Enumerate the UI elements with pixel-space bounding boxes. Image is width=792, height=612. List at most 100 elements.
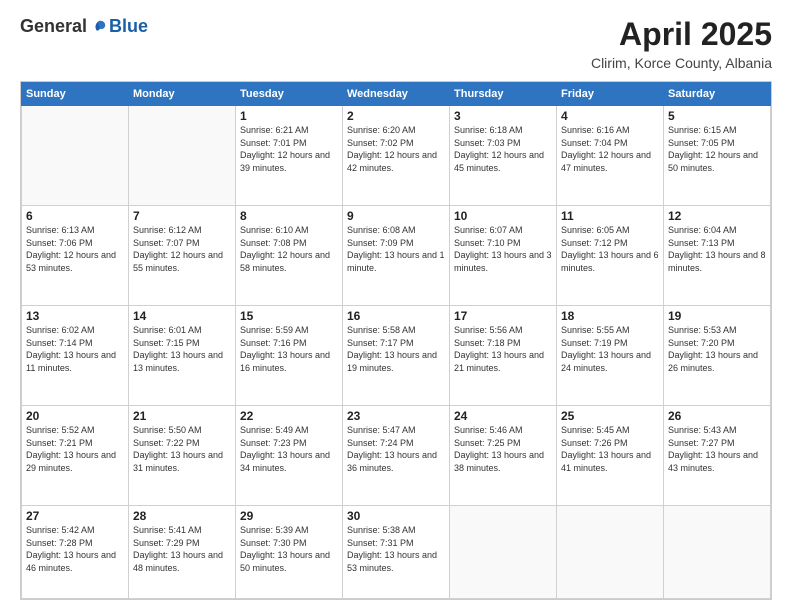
day-number: 18 — [561, 309, 659, 323]
day-info: Sunrise: 6:05 AM Sunset: 7:12 PM Dayligh… — [561, 224, 659, 274]
day-number: 14 — [133, 309, 231, 323]
day-number: 21 — [133, 409, 231, 423]
table-row: 2Sunrise: 6:20 AM Sunset: 7:02 PM Daylig… — [343, 106, 450, 206]
table-row — [557, 506, 664, 599]
logo-bird-icon — [89, 18, 107, 36]
day-info: Sunrise: 6:20 AM Sunset: 7:02 PM Dayligh… — [347, 124, 445, 174]
table-row: 16Sunrise: 5:58 AM Sunset: 7:17 PM Dayli… — [343, 306, 450, 406]
day-number: 29 — [240, 509, 338, 523]
day-info: Sunrise: 6:01 AM Sunset: 7:15 PM Dayligh… — [133, 324, 231, 374]
page: General Blue April 2025 Clirim, Korce Co… — [0, 0, 792, 612]
day-number: 1 — [240, 109, 338, 123]
day-info: Sunrise: 5:39 AM Sunset: 7:30 PM Dayligh… — [240, 524, 338, 574]
day-info: Sunrise: 5:45 AM Sunset: 7:26 PM Dayligh… — [561, 424, 659, 474]
day-info: Sunrise: 6:13 AM Sunset: 7:06 PM Dayligh… — [26, 224, 124, 274]
table-row: 26Sunrise: 5:43 AM Sunset: 7:27 PM Dayli… — [664, 406, 771, 506]
table-row: 6Sunrise: 6:13 AM Sunset: 7:06 PM Daylig… — [22, 206, 129, 306]
day-info: Sunrise: 5:42 AM Sunset: 7:28 PM Dayligh… — [26, 524, 124, 574]
table-row: 28Sunrise: 5:41 AM Sunset: 7:29 PM Dayli… — [129, 506, 236, 599]
header-friday: Friday — [557, 83, 664, 106]
day-info: Sunrise: 5:56 AM Sunset: 7:18 PM Dayligh… — [454, 324, 552, 374]
calendar: Sunday Monday Tuesday Wednesday Thursday… — [20, 81, 772, 600]
day-info: Sunrise: 5:59 AM Sunset: 7:16 PM Dayligh… — [240, 324, 338, 374]
day-info: Sunrise: 6:15 AM Sunset: 7:05 PM Dayligh… — [668, 124, 766, 174]
day-info: Sunrise: 5:49 AM Sunset: 7:23 PM Dayligh… — [240, 424, 338, 474]
table-row: 22Sunrise: 5:49 AM Sunset: 7:23 PM Dayli… — [236, 406, 343, 506]
table-row: 21Sunrise: 5:50 AM Sunset: 7:22 PM Dayli… — [129, 406, 236, 506]
day-number: 27 — [26, 509, 124, 523]
table-row: 25Sunrise: 5:45 AM Sunset: 7:26 PM Dayli… — [557, 406, 664, 506]
day-number: 3 — [454, 109, 552, 123]
day-info: Sunrise: 5:47 AM Sunset: 7:24 PM Dayligh… — [347, 424, 445, 474]
day-info: Sunrise: 5:41 AM Sunset: 7:29 PM Dayligh… — [133, 524, 231, 574]
day-number: 26 — [668, 409, 766, 423]
table-row: 13Sunrise: 6:02 AM Sunset: 7:14 PM Dayli… — [22, 306, 129, 406]
day-number: 20 — [26, 409, 124, 423]
day-number: 22 — [240, 409, 338, 423]
day-info: Sunrise: 6:16 AM Sunset: 7:04 PM Dayligh… — [561, 124, 659, 174]
table-row: 11Sunrise: 6:05 AM Sunset: 7:12 PM Dayli… — [557, 206, 664, 306]
day-info: Sunrise: 6:21 AM Sunset: 7:01 PM Dayligh… — [240, 124, 338, 174]
day-info: Sunrise: 6:10 AM Sunset: 7:08 PM Dayligh… — [240, 224, 338, 274]
table-row: 30Sunrise: 5:38 AM Sunset: 7:31 PM Dayli… — [343, 506, 450, 599]
day-number: 13 — [26, 309, 124, 323]
day-number: 19 — [668, 309, 766, 323]
table-row: 18Sunrise: 5:55 AM Sunset: 7:19 PM Dayli… — [557, 306, 664, 406]
table-row: 14Sunrise: 6:01 AM Sunset: 7:15 PM Dayli… — [129, 306, 236, 406]
day-number: 4 — [561, 109, 659, 123]
day-number: 7 — [133, 209, 231, 223]
header: General Blue April 2025 Clirim, Korce Co… — [20, 16, 772, 71]
table-row: 12Sunrise: 6:04 AM Sunset: 7:13 PM Dayli… — [664, 206, 771, 306]
day-number: 30 — [347, 509, 445, 523]
day-info: Sunrise: 6:04 AM Sunset: 7:13 PM Dayligh… — [668, 224, 766, 274]
day-info: Sunrise: 5:46 AM Sunset: 7:25 PM Dayligh… — [454, 424, 552, 474]
header-sunday: Sunday — [22, 83, 129, 106]
table-row: 27Sunrise: 5:42 AM Sunset: 7:28 PM Dayli… — [22, 506, 129, 599]
table-row: 10Sunrise: 6:07 AM Sunset: 7:10 PM Dayli… — [450, 206, 557, 306]
table-row: 29Sunrise: 5:39 AM Sunset: 7:30 PM Dayli… — [236, 506, 343, 599]
table-row: 20Sunrise: 5:52 AM Sunset: 7:21 PM Dayli… — [22, 406, 129, 506]
table-row: 24Sunrise: 5:46 AM Sunset: 7:25 PM Dayli… — [450, 406, 557, 506]
month-year: April 2025 — [591, 16, 772, 53]
day-info: Sunrise: 6:18 AM Sunset: 7:03 PM Dayligh… — [454, 124, 552, 174]
table-row: 19Sunrise: 5:53 AM Sunset: 7:20 PM Dayli… — [664, 306, 771, 406]
table-row — [664, 506, 771, 599]
day-number: 6 — [26, 209, 124, 223]
day-number: 16 — [347, 309, 445, 323]
day-info: Sunrise: 5:38 AM Sunset: 7:31 PM Dayligh… — [347, 524, 445, 574]
day-info: Sunrise: 5:53 AM Sunset: 7:20 PM Dayligh… — [668, 324, 766, 374]
logo-general: General — [20, 16, 87, 37]
day-info: Sunrise: 5:52 AM Sunset: 7:21 PM Dayligh… — [26, 424, 124, 474]
day-number: 15 — [240, 309, 338, 323]
day-number: 24 — [454, 409, 552, 423]
table-row: 4Sunrise: 6:16 AM Sunset: 7:04 PM Daylig… — [557, 106, 664, 206]
day-number: 5 — [668, 109, 766, 123]
header-thursday: Thursday — [450, 83, 557, 106]
table-row: 15Sunrise: 5:59 AM Sunset: 7:16 PM Dayli… — [236, 306, 343, 406]
day-info: Sunrise: 6:12 AM Sunset: 7:07 PM Dayligh… — [133, 224, 231, 274]
header-wednesday: Wednesday — [343, 83, 450, 106]
table-row — [22, 106, 129, 206]
calendar-header-row: Sunday Monday Tuesday Wednesday Thursday… — [22, 83, 771, 106]
day-info: Sunrise: 6:02 AM Sunset: 7:14 PM Dayligh… — [26, 324, 124, 374]
table-row: 17Sunrise: 5:56 AM Sunset: 7:18 PM Dayli… — [450, 306, 557, 406]
day-number: 9 — [347, 209, 445, 223]
day-info: Sunrise: 6:07 AM Sunset: 7:10 PM Dayligh… — [454, 224, 552, 274]
table-row — [129, 106, 236, 206]
day-number: 8 — [240, 209, 338, 223]
table-row: 1Sunrise: 6:21 AM Sunset: 7:01 PM Daylig… — [236, 106, 343, 206]
logo-blue: Blue — [109, 16, 148, 37]
day-info: Sunrise: 5:50 AM Sunset: 7:22 PM Dayligh… — [133, 424, 231, 474]
day-number: 28 — [133, 509, 231, 523]
table-row: 8Sunrise: 6:10 AM Sunset: 7:08 PM Daylig… — [236, 206, 343, 306]
day-number: 25 — [561, 409, 659, 423]
table-row: 9Sunrise: 6:08 AM Sunset: 7:09 PM Daylig… — [343, 206, 450, 306]
day-number: 11 — [561, 209, 659, 223]
day-info: Sunrise: 5:58 AM Sunset: 7:17 PM Dayligh… — [347, 324, 445, 374]
header-saturday: Saturday — [664, 83, 771, 106]
table-row: 23Sunrise: 5:47 AM Sunset: 7:24 PM Dayli… — [343, 406, 450, 506]
day-info: Sunrise: 5:43 AM Sunset: 7:27 PM Dayligh… — [668, 424, 766, 474]
day-info: Sunrise: 6:08 AM Sunset: 7:09 PM Dayligh… — [347, 224, 445, 274]
day-number: 17 — [454, 309, 552, 323]
table-row — [450, 506, 557, 599]
